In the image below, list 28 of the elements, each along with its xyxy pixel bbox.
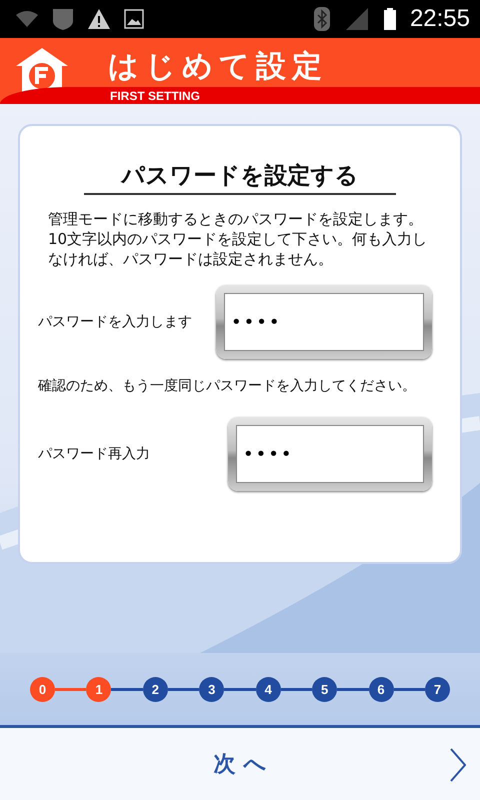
house-logo-icon [16, 48, 68, 92]
step-marker: 1 [86, 676, 112, 702]
field-label: パスワード再入力 [38, 445, 150, 463]
field-label: パスワードを入力します [38, 313, 192, 331]
password-field[interactable]: •••• [228, 417, 432, 491]
confirm-note: 確認のため、もう一度同じパスワードを入力してください。 [38, 377, 417, 395]
bluetooth-icon [314, 7, 330, 31]
password-field[interactable]: •••• [216, 285, 432, 359]
description-text: 管理モードに移動するときのパスワードを設定します。10文字以内のパスワードを設定して下さい。何も入力しなければ、パスワードは設定されません。 [47, 209, 428, 269]
step-marker: 2 [142, 676, 168, 702]
shield-icon [52, 7, 74, 31]
page-subtitle: FIRST SETTING [110, 88, 200, 102]
warning-icon [88, 9, 110, 29]
step-marker: 5 [312, 676, 338, 702]
step-marker: 6 [368, 676, 394, 702]
step-marker: 4 [256, 676, 281, 702]
step-marker: 3 [199, 676, 224, 702]
page-title: はじめて設定 [108, 48, 328, 86]
step-marker: 0 [30, 676, 56, 702]
step-marker: 7 [424, 676, 450, 702]
battery-icon [384, 8, 396, 30]
chevron-right-icon[interactable] [450, 748, 466, 782]
wifi-icon [16, 11, 38, 27]
clock: 22:55 [410, 5, 470, 33]
image-icon [124, 9, 144, 29]
next-button[interactable]: 次 へ [206, 745, 274, 783]
signal-icon [344, 8, 370, 30]
section-heading: パスワードを設定する [84, 160, 396, 195]
